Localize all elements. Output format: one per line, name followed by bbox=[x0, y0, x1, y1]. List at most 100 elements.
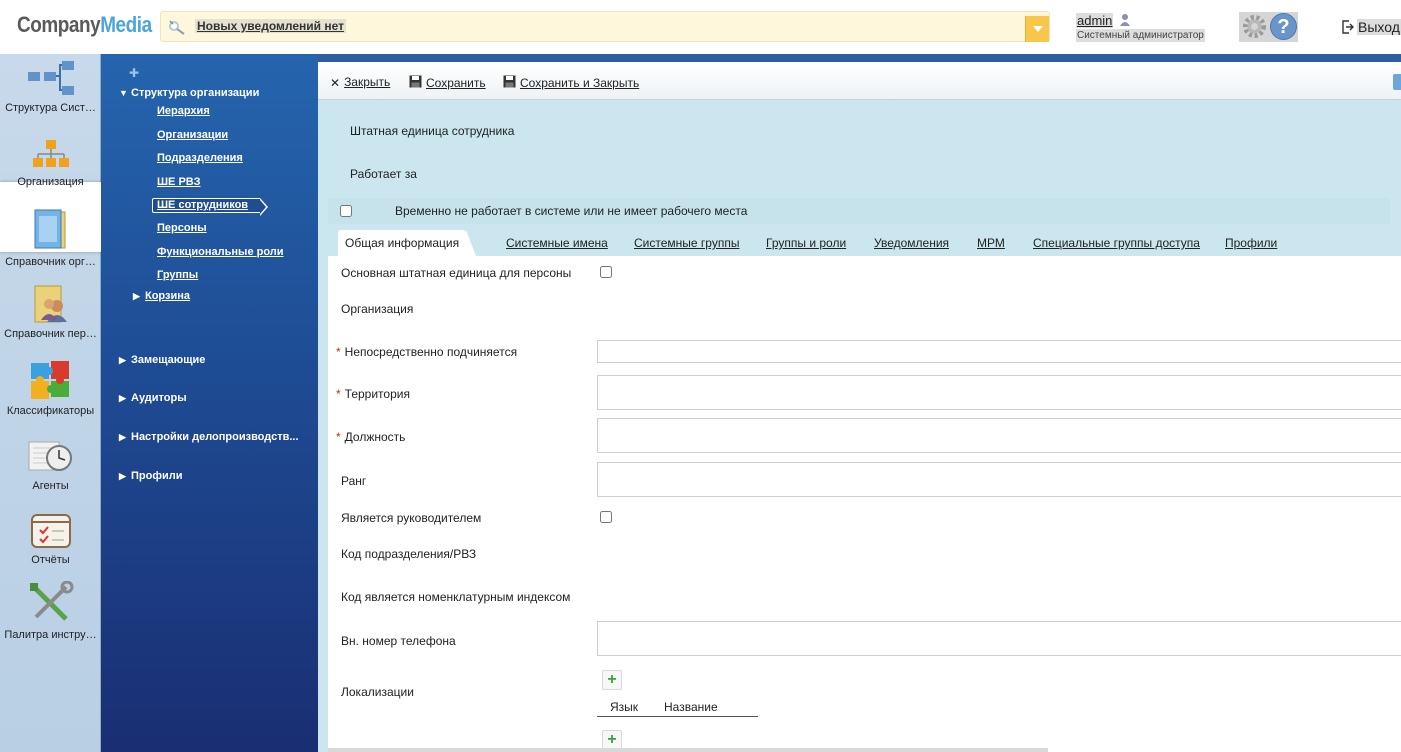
app-logo[interactable]: CompanyMedia bbox=[17, 12, 152, 38]
tab-groups-roles[interactable]: Группы и роли bbox=[766, 236, 846, 250]
territory-field[interactable] bbox=[597, 375, 1401, 410]
module-classifiers[interactable]: Классификаторы bbox=[0, 359, 101, 417]
notification-text[interactable]: Новых уведомлений нет bbox=[195, 19, 346, 33]
reports-to-field[interactable] bbox=[597, 340, 1401, 363]
module-org-directory[interactable]: Справочник орг… bbox=[0, 208, 101, 268]
position-label: * Должность bbox=[336, 430, 406, 444]
main-unit-checkbox[interactable] bbox=[600, 266, 612, 278]
general-info-form: Основная штатная единица для персоны Орг… bbox=[328, 256, 1401, 752]
code-is-index-label: Код является номенклатурным индексом bbox=[341, 590, 571, 604]
app-header: CompanyMedia Новых уведомлений нет admin… bbox=[0, 0, 1401, 54]
nav-section-settings[interactable]: ▶ Настройки делопроизводств... bbox=[119, 431, 299, 443]
pin-icon[interactable]: ✚ bbox=[129, 66, 139, 80]
logout-button[interactable]: Выход bbox=[1342, 19, 1401, 35]
expand-icon: ▶ bbox=[119, 432, 126, 442]
nav-section-auditors[interactable]: ▶ Аудиторы bbox=[119, 392, 187, 404]
reports-to-label: * Непосредственно подчиняется bbox=[336, 345, 518, 359]
horizontal-scrollbar[interactable] bbox=[328, 748, 1048, 752]
module-organization[interactable]: Организация bbox=[0, 138, 101, 188]
tab-system-groups[interactable]: Системные группы bbox=[634, 236, 739, 250]
nav-item-groups[interactable]: Группы bbox=[157, 269, 198, 281]
expand-icon: ▶ bbox=[119, 471, 126, 481]
required-marker: * bbox=[336, 430, 341, 444]
help-icon[interactable]: ? bbox=[1270, 13, 1297, 40]
nav-section-profiles[interactable]: ▶ Профили bbox=[119, 470, 182, 482]
nav-item-staff-units[interactable]: ШЕ сотрудников bbox=[152, 198, 269, 216]
is-manager-label: Является руководителем bbox=[341, 511, 482, 525]
required-marker: * bbox=[336, 387, 341, 401]
toolbar: ✕ Закрыть Сохранить Сохранить и Закрыть bbox=[318, 62, 1401, 100]
nav-item-functional-roles[interactable]: Функциональные роли bbox=[157, 246, 284, 258]
rank-field[interactable] bbox=[597, 462, 1401, 497]
tab-profiles[interactable]: Профили bbox=[1225, 236, 1277, 250]
user-info: admin Системный администратор bbox=[1076, 13, 1205, 42]
module-tools-palette[interactable]: Палитра инстру… bbox=[0, 581, 101, 641]
main-unit-label: Основная штатная единица для персоны bbox=[341, 266, 572, 280]
territory-label: * Территория bbox=[336, 387, 410, 401]
module-agents[interactable]: Агенты bbox=[0, 436, 101, 492]
expand-icon: ▶ bbox=[119, 355, 126, 365]
main-content: ✕ Закрыть Сохранить Сохранить и Закрыть Ш… bbox=[318, 62, 1401, 752]
gear-icon[interactable] bbox=[1241, 13, 1268, 40]
close-icon: ✕ bbox=[330, 76, 341, 90]
tab-general[interactable]: Общая информация bbox=[338, 230, 477, 256]
panel-expand-icon[interactable] bbox=[1393, 74, 1401, 90]
nav-item-departments[interactable]: Подразделения bbox=[157, 152, 243, 164]
phone-field[interactable] bbox=[597, 621, 1401, 656]
nav-item-organizations[interactable]: Организации bbox=[157, 129, 228, 141]
tools-icon bbox=[29, 581, 73, 621]
organization-icon bbox=[32, 140, 69, 167]
nav-section-structure[interactable]: ▼ Структура организации bbox=[119, 87, 259, 99]
is-manager-checkbox[interactable] bbox=[600, 511, 612, 523]
temp-absent-label: Временно не работает в системе или не им… bbox=[395, 204, 748, 218]
module-person-directory[interactable]: Справочник пер… bbox=[0, 284, 101, 340]
report-icon bbox=[30, 514, 71, 548]
tab-notifications[interactable]: Уведомления bbox=[874, 236, 949, 250]
localizations-label: Локализации bbox=[341, 685, 414, 699]
temp-absent-row: Временно не работает в системе или не им… bbox=[328, 198, 1390, 224]
column-name[interactable]: Название bbox=[664, 700, 718, 714]
save-icon bbox=[409, 75, 422, 88]
collapse-icon: ▼ bbox=[119, 88, 128, 98]
module-system-structure[interactable]: Структура Сист… bbox=[0, 58, 101, 114]
save-close-button[interactable]: Сохранить и Закрыть bbox=[503, 75, 639, 90]
nav-item-basket[interactable]: ▶ Корзина bbox=[133, 290, 190, 302]
module-iconbar: Структура Сист… Организация Справочник о… bbox=[0, 54, 125, 752]
notification-dropdown-button[interactable] bbox=[1025, 16, 1049, 42]
module-reports[interactable]: Отчёты bbox=[0, 512, 101, 566]
logout-icon bbox=[1342, 20, 1354, 34]
tab-system-names[interactable]: Системные имена bbox=[506, 236, 608, 250]
rank-label: Ранг bbox=[341, 474, 367, 488]
save-button[interactable]: Сохранить bbox=[409, 75, 486, 90]
navigation-tree: ✚ ▼ Структура организации Иерархия Органи… bbox=[101, 54, 318, 752]
column-language[interactable]: Язык bbox=[610, 700, 638, 714]
expand-icon: ▶ bbox=[119, 393, 126, 403]
org-directory-icon bbox=[34, 209, 65, 249]
person-directory-icon bbox=[34, 285, 67, 323]
nav-section-substitutes[interactable]: ▶ Замещающие bbox=[119, 354, 205, 366]
user-name-link[interactable]: admin bbox=[1076, 13, 1114, 28]
add-localization-button[interactable]: + bbox=[602, 670, 622, 690]
add-button[interactable]: + bbox=[602, 730, 622, 750]
works-for-label: Работает за bbox=[350, 167, 417, 181]
tab-special-access-groups[interactable]: Специальные группы доступа bbox=[1033, 236, 1200, 250]
notification-icon bbox=[169, 20, 185, 35]
required-marker: * bbox=[336, 345, 341, 359]
tab-mrm[interactable]: МРМ bbox=[977, 236, 1005, 250]
close-button[interactable]: ✕ Закрыть bbox=[330, 75, 390, 90]
notification-bar[interactable]: Новых уведомлений нет bbox=[160, 11, 1050, 42]
nav-item-persons[interactable]: Персоны bbox=[157, 222, 207, 234]
organization-label: Организация bbox=[341, 302, 414, 316]
puzzle-icon bbox=[30, 361, 69, 399]
tab-bar: Общая информация Системные имена Системн… bbox=[328, 230, 1401, 256]
user-role: Системный администратор bbox=[1076, 29, 1205, 42]
save-icon bbox=[503, 75, 516, 88]
localizations-grid-header: Язык Название bbox=[597, 699, 758, 717]
temp-absent-checkbox[interactable] bbox=[340, 205, 352, 217]
expand-icon: ▶ bbox=[133, 291, 140, 301]
position-field[interactable] bbox=[597, 418, 1401, 453]
header-tools: ? bbox=[1239, 12, 1298, 42]
nav-item-rvz-units[interactable]: ШЕ РВЗ bbox=[157, 176, 200, 188]
system-structure-icon bbox=[27, 61, 74, 95]
nav-item-hierarchy[interactable]: Иерархия bbox=[157, 105, 210, 117]
